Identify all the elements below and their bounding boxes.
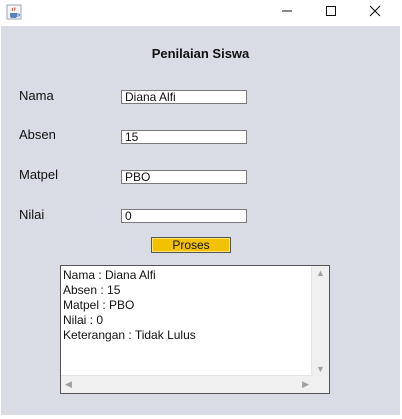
minimize-icon	[281, 4, 293, 22]
nilai-field[interactable]: 0	[121, 209, 247, 223]
vertical-scrollbar[interactable]: ▲ ▼	[311, 266, 329, 376]
maximize-button[interactable]	[308, 0, 354, 26]
close-icon	[369, 4, 381, 22]
java-cup-icon	[6, 4, 22, 20]
maximize-icon	[325, 4, 337, 22]
scroll-up-icon[interactable]: ▲	[316, 268, 325, 278]
proses-button[interactable]: Proses	[151, 237, 231, 253]
absen-field[interactable]: 15	[121, 130, 247, 144]
scroll-right-icon[interactable]: ▶	[302, 379, 309, 390]
scrollbar-corner	[312, 376, 329, 393]
result-line: Nama : Diana Alfi	[63, 268, 156, 282]
matpel-field[interactable]: PBO	[121, 170, 247, 184]
nilai-label: Nilai	[19, 207, 45, 222]
result-text: Nama : Diana Alfi Absen : 15 Matpel : PB…	[63, 268, 313, 343]
form-panel: Penilaian Siswa Nama Diana Alfi Absen 15…	[1, 26, 400, 415]
nama-label: Nama	[19, 88, 54, 103]
scroll-left-icon[interactable]: ◀	[65, 379, 72, 390]
minimize-button[interactable]	[264, 0, 310, 26]
result-line: Matpel : PBO	[63, 298, 135, 312]
scroll-down-icon[interactable]: ▼	[316, 364, 325, 374]
result-line: Keterangan : Tidak Lulus	[63, 328, 196, 342]
result-line: Absen : 15	[63, 283, 121, 297]
result-line: Nilai : 0	[63, 313, 104, 327]
result-text-area[interactable]: Nama : Diana Alfi Absen : 15 Matpel : PB…	[60, 265, 330, 394]
nama-field[interactable]: Diana Alfi	[121, 90, 247, 104]
absen-label: Absen	[19, 127, 56, 142]
form-heading: Penilaian Siswa	[151, 46, 250, 61]
close-button[interactable]	[352, 0, 398, 26]
matpel-label: Matpel	[19, 167, 59, 182]
horizontal-scrollbar[interactable]: ◀ ▶	[61, 375, 313, 393]
title-bar[interactable]	[0, 0, 402, 26]
